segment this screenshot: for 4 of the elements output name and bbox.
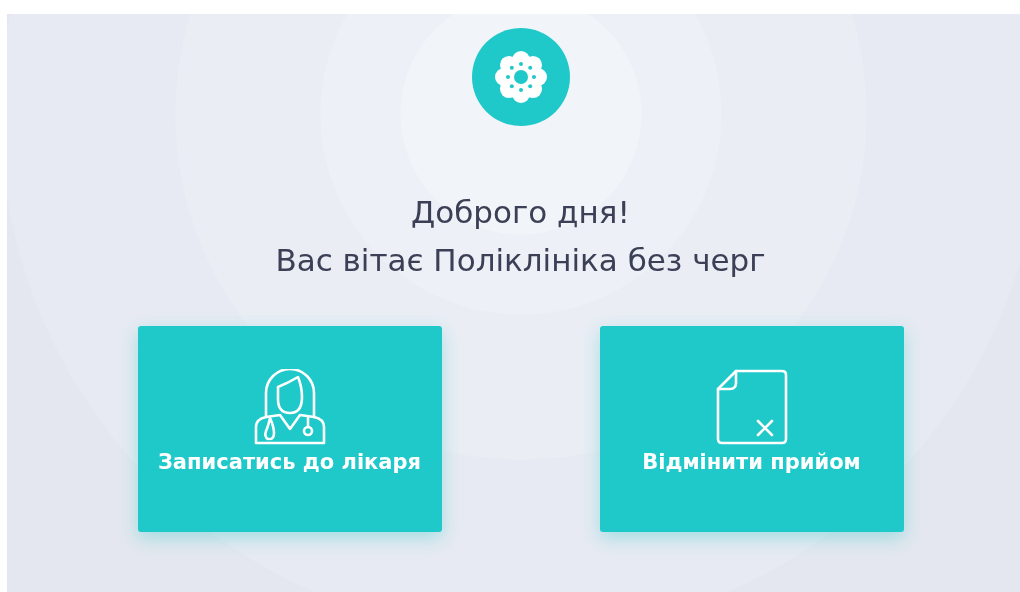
action-card[interactable]: Записатись до лікаря	[137, 326, 442, 532]
greeting-title: Доброго дня!	[410, 193, 631, 232]
greeting-subtitle: Вас вітає Поліклініка без черг	[275, 241, 766, 280]
action-card[interactable]: Відмінити прийом	[599, 326, 904, 532]
